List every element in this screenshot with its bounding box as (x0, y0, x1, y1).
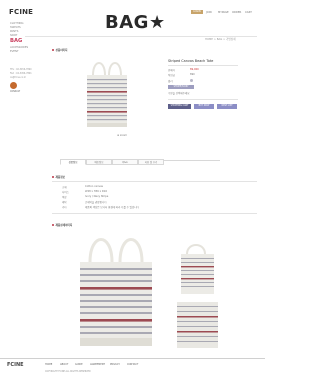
section-detail-image: 제품상세이미지 (52, 223, 72, 227)
info-label: 소재 (62, 186, 67, 189)
info-label: 색상 (62, 196, 67, 199)
quantity-note: 수량을 선택해주세요 (168, 92, 190, 95)
point-label: 적립금 (168, 74, 175, 77)
sidebar-info-line: FAX : 02-3456-7891 (10, 72, 32, 75)
footer-nav-home[interactable]: HOME (45, 363, 52, 366)
footer-nav-agreement[interactable]: AGREEMENT (90, 363, 105, 366)
page-title: BAG★ (105, 12, 166, 33)
top-nav-mypage[interactable]: MYPAGE (218, 11, 229, 14)
top-nav-order[interactable]: ORDER (232, 11, 241, 14)
brand-logo[interactable]: FCINE (9, 8, 33, 16)
option-select[interactable]: STRIPE/IVORY (168, 85, 194, 89)
info-value: 제품의 색상은 모니터 환경에 따라 다를 수 있습니다 (85, 206, 139, 209)
tab-qna[interactable]: Q&A (112, 159, 138, 165)
color-swatch[interactable] (190, 79, 193, 82)
info-value: 손세탁을 권장합니다 (85, 201, 107, 204)
section-product-image: 상품이미지 (52, 48, 67, 52)
tab-product-info[interactable]: 상품정보 (60, 159, 86, 165)
detail-image-main (80, 238, 152, 346)
section-product-info: 제품정보 (52, 175, 65, 179)
sidebar-item-clothing[interactable]: CLOTHING (10, 22, 23, 25)
footer-nav-about[interactable]: ABOUT (60, 363, 68, 366)
detail-image-side (181, 244, 214, 294)
header-divider (25, 36, 257, 37)
footer-divider (0, 358, 265, 359)
breadcrumb: HOME > BAG > 가방상세 (205, 38, 236, 41)
info-value: W48 x H36 x D16 (85, 190, 107, 193)
top-nav-join[interactable]: JOIN (206, 11, 212, 14)
info-label: 세탁 (62, 201, 67, 204)
sidebar-item-bag[interactable]: BAG (10, 38, 22, 44)
add-to-cart-button[interactable]: SHOPPING CART (168, 104, 191, 109)
details-divider (168, 65, 238, 66)
price-value: 89,000 (190, 68, 199, 71)
sidebar-item-skirt[interactable]: SKIRT (10, 34, 17, 37)
sidebar-item-event[interactable]: EVENT (10, 50, 19, 53)
info-divider (52, 213, 257, 214)
bullet-icon (52, 224, 54, 226)
product-name: Striped Canvas Beach Tote (168, 59, 214, 63)
info-value: Ivory / Navy Stripe (85, 195, 109, 198)
bullet-icon (52, 49, 54, 51)
sidebar-item-pants[interactable]: PANTS (10, 30, 18, 33)
top-nav-cart[interactable]: CART (245, 11, 252, 14)
footer-nav-contact[interactable]: CONTACT (127, 363, 138, 366)
tab-delivery-info[interactable]: 배송정보 (86, 159, 112, 165)
detail-image-texture (177, 302, 218, 348)
price-label: 판매가 (168, 69, 175, 72)
tab-review[interactable]: 리뷰 및 후기 (138, 159, 164, 165)
details-divider (168, 99, 238, 100)
sidebar-item-sweats[interactable]: SWEATS (10, 26, 21, 29)
footer-copyright: COPYRIGHT FCINE ALL RIGHTS RESERVED (45, 370, 91, 373)
info-label: 사이즈 (62, 191, 69, 194)
sidebar-info-line: cs@fcine.co.kr (10, 76, 26, 79)
footer-logo[interactable]: FCINE (7, 362, 24, 368)
star-icon: ★ (148, 12, 166, 33)
sidebar-item-accessories[interactable]: ACCESSORIES (10, 46, 28, 49)
info-value: Cotton canvas (85, 185, 103, 188)
consult-label[interactable]: CONSULT (10, 90, 20, 93)
zoom-link[interactable]: ⊕ zoom (117, 134, 127, 137)
login-button[interactable]: LOGIN (191, 10, 203, 14)
wish-list-button[interactable]: WISH LIST (217, 104, 237, 109)
sidebar-info-line: TEL : 02-3456-7890 (10, 68, 32, 71)
bullet-icon (52, 176, 54, 178)
option-label: 컬러 (168, 80, 173, 83)
product-image[interactable] (75, 57, 139, 135)
info-divider (52, 181, 257, 182)
footer-nav-privacy[interactable]: PRIVACY (110, 363, 120, 366)
point-value: 890 (190, 73, 195, 76)
info-label: 기타 (62, 206, 67, 209)
consult-icon[interactable] (10, 82, 17, 89)
buy-now-button[interactable]: BUY NOW (194, 104, 214, 109)
footer-nav-guide[interactable]: GUIDE (75, 363, 83, 366)
